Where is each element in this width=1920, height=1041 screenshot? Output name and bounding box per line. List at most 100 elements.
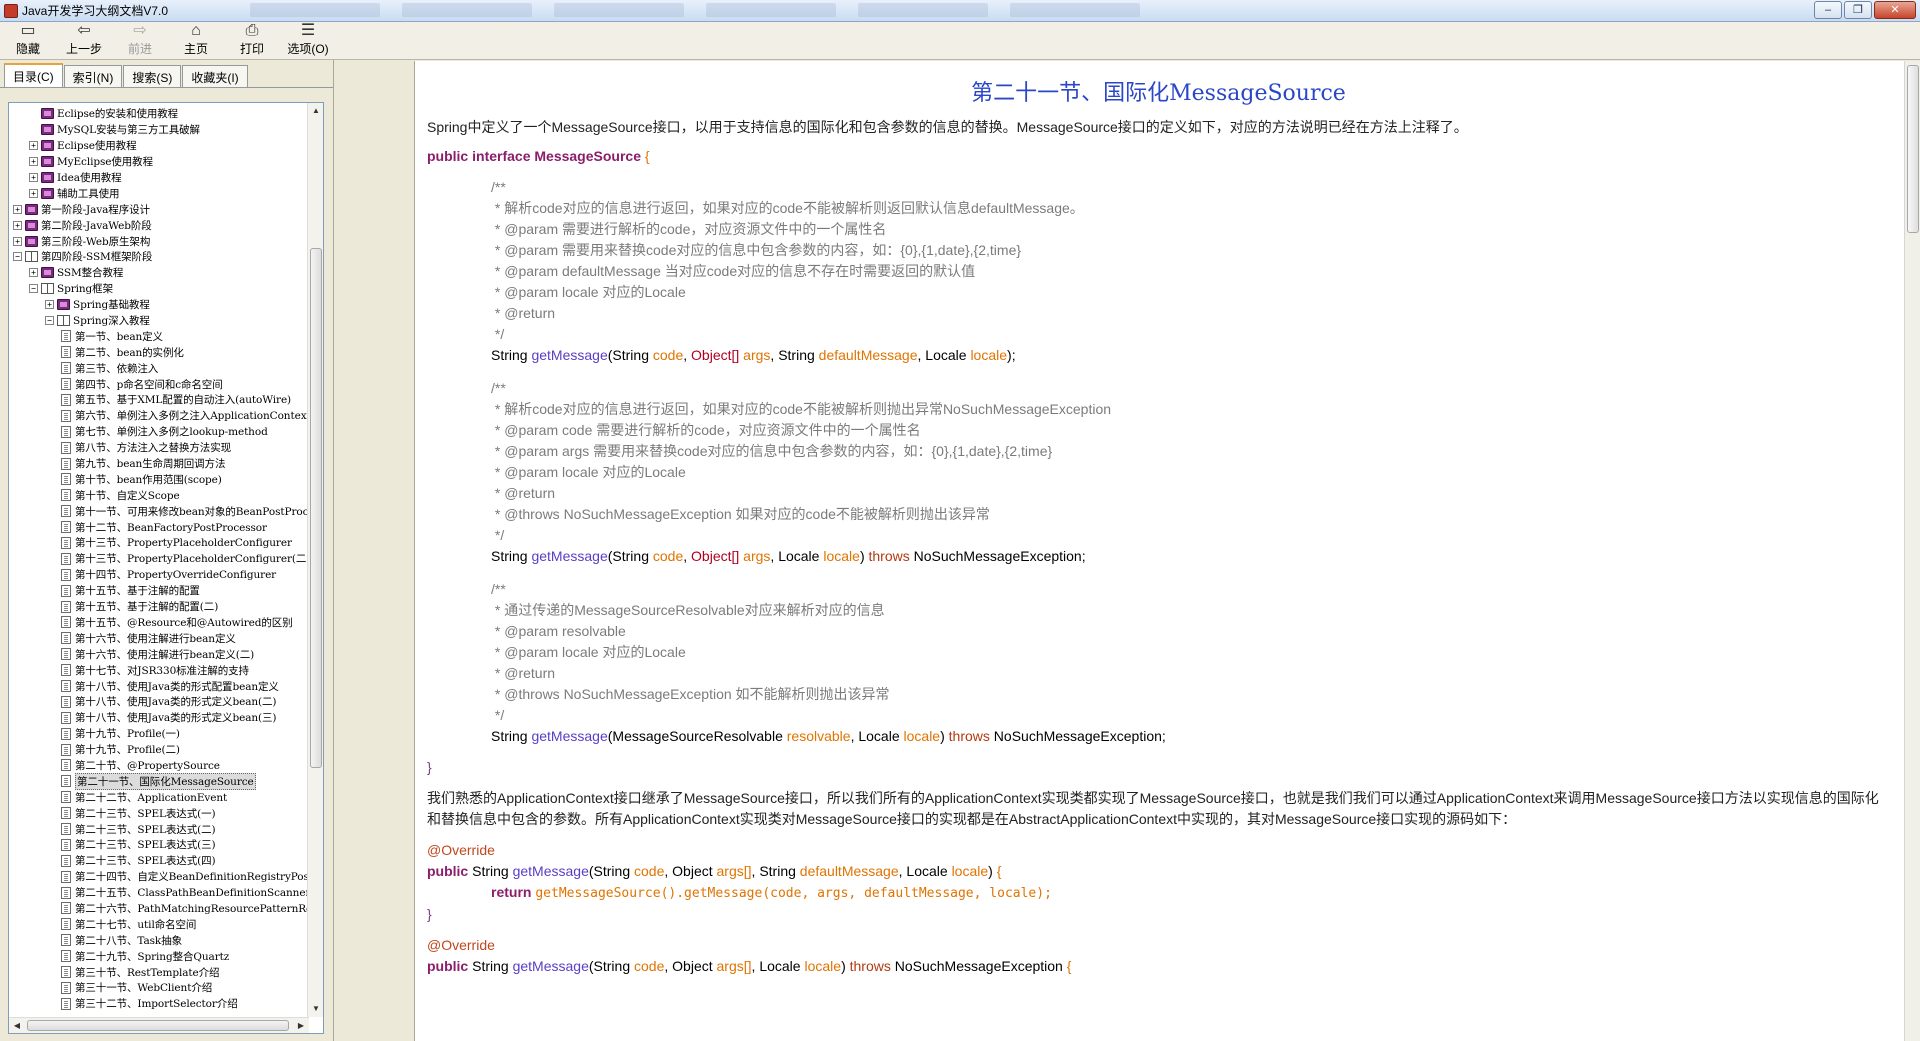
- expand-icon[interactable]: +: [29, 268, 38, 278]
- tree-node[interactable]: 第十五节、基于注解的配置: [9, 583, 309, 599]
- minimize-button[interactable]: ‒: [1814, 1, 1842, 19]
- tab-favorites[interactable]: 收藏夹(I): [182, 65, 248, 87]
- tree-node[interactable]: 第三节、依赖注入: [9, 360, 309, 376]
- tree-node[interactable]: 第十一节、可用来修改bean对象的BeanPostProcess: [9, 503, 309, 519]
- tree-node[interactable]: 第九节、bean生命周期回调方法: [9, 456, 309, 472]
- tab-search[interactable]: 搜索(S): [123, 65, 182, 87]
- back-button[interactable]: ⇦ 上一步: [56, 22, 112, 60]
- closed-book-icon: [57, 299, 70, 311]
- tab-index[interactable]: 索引(N): [63, 65, 123, 87]
- collapse-icon[interactable]: −: [45, 316, 54, 326]
- tree-node[interactable]: 第十九节、Profile(二): [9, 742, 309, 758]
- hscroll-thumb[interactable]: [27, 1020, 289, 1031]
- tree-node[interactable]: + Idea使用教程: [9, 170, 309, 186]
- tree-node[interactable]: 第二十五节、ClassPathBeanDefinitionScanner: [9, 885, 309, 901]
- tree-node[interactable]: 第十二节、BeanFactoryPostProcessor: [9, 519, 309, 535]
- tree-horizontal-scrollbar[interactable]: ◀ ▶: [9, 1017, 309, 1033]
- maximize-button[interactable]: ❐: [1844, 1, 1872, 19]
- tree-node[interactable]: 第三十二节、ImportSelector介绍: [9, 996, 309, 1012]
- page-icon: [61, 743, 71, 756]
- print-button[interactable]: ⎙ 打印: [224, 22, 280, 60]
- tree-node[interactable]: 第三十一节、WebClient介绍: [9, 980, 309, 996]
- tree-node[interactable]: 第二十三节、SPEL表达式(二): [9, 821, 309, 837]
- tree-node[interactable]: − 第四阶段-SSM框架阶段: [9, 249, 309, 265]
- scroll-right-icon[interactable]: ▶: [293, 1018, 309, 1033]
- tree-node[interactable]: 第二十一节、国际化MessageSource: [9, 772, 309, 790]
- tree-node[interactable]: 第十六节、使用注解进行bean定义(二): [9, 646, 309, 662]
- tree-node[interactable]: + 辅助工具使用: [9, 185, 309, 201]
- tree-node[interactable]: − Spring框架: [9, 281, 309, 297]
- home-button[interactable]: ⌂ 主页: [168, 22, 224, 60]
- tree-node[interactable]: + 第一阶段-Java程序设计: [9, 201, 309, 217]
- tree-node[interactable]: 第十九节、Profile(一): [9, 726, 309, 742]
- tree-node[interactable]: 第二十四节、自定义BeanDefinitionRegistryPostP: [9, 869, 309, 885]
- collapse-icon[interactable]: −: [29, 284, 38, 294]
- expand-icon[interactable]: +: [29, 157, 38, 167]
- expand-icon[interactable]: +: [29, 141, 38, 151]
- expand-icon[interactable]: +: [13, 204, 22, 214]
- collapse-icon[interactable]: −: [13, 252, 22, 262]
- tree-node[interactable]: + Spring基础教程: [9, 297, 309, 313]
- page-icon: [61, 727, 71, 740]
- tree-node[interactable]: Eclipse的安装和使用教程: [9, 106, 309, 122]
- forward-button[interactable]: ⇨ 前进: [112, 22, 168, 60]
- tree-node[interactable]: 第十五节、基于注解的配置(二): [9, 599, 309, 615]
- tree-node[interactable]: 第二十三节、SPEL表达式(四): [9, 853, 309, 869]
- tree-node[interactable]: + MyEclipse使用教程: [9, 154, 309, 170]
- tree-node[interactable]: 第十六节、使用注解进行bean定义: [9, 630, 309, 646]
- tree-node[interactable]: 第二十八节、Task抽象: [9, 932, 309, 948]
- tree-node[interactable]: 第二十九节、Spring整合Quartz: [9, 948, 309, 964]
- tree-node[interactable]: 第十七节、对JSR330标准注解的支持: [9, 662, 309, 678]
- tree-node[interactable]: 第十八节、使用Java类的形式定义bean(三): [9, 710, 309, 726]
- expand-icon[interactable]: +: [29, 188, 38, 198]
- page-icon: [61, 457, 71, 470]
- tree-node[interactable]: 第十五节、@Resource和@Autowired的区别: [9, 615, 309, 631]
- scroll-down-icon[interactable]: ▼: [308, 1001, 323, 1017]
- options-button[interactable]: ☰ 选项(O): [280, 22, 336, 60]
- page-icon: [61, 378, 71, 391]
- tree-node[interactable]: 第十三节、PropertyPlaceholderConfigurer(二): [9, 551, 309, 567]
- tree-node[interactable]: 第二十三节、SPEL表达式(一): [9, 805, 309, 821]
- tree-node[interactable]: 第十八节、使用Java类的形式配置bean定义: [9, 678, 309, 694]
- tree-node[interactable]: 第十节、自定义Scope: [9, 487, 309, 503]
- tab-contents[interactable]: 目录(C): [4, 63, 63, 87]
- tree-node[interactable]: 第十四节、PropertyOverrideConfigurer: [9, 567, 309, 583]
- tree-node[interactable]: 第十三节、PropertyPlaceholderConfigurer: [9, 535, 309, 551]
- tree-node[interactable]: − Spring深入教程: [9, 313, 309, 329]
- expand-icon[interactable]: +: [45, 300, 54, 310]
- page-icon: [61, 966, 71, 979]
- close-button[interactable]: ✕: [1874, 1, 1916, 19]
- tree-vertical-scrollbar[interactable]: ▲ ▼: [307, 103, 323, 1017]
- tree-node[interactable]: + SSM整合教程: [9, 265, 309, 281]
- tree-node[interactable]: 第二节、bean的实例化: [9, 344, 309, 360]
- tree-node[interactable]: 第八节、方法注入之替换方法实现: [9, 440, 309, 456]
- tree-node[interactable]: + 第三阶段-Web原生架构: [9, 233, 309, 249]
- document-vertical-scrollbar[interactable]: [1904, 61, 1920, 1041]
- tree-node[interactable]: 第二十三节、SPEL表达式(三): [9, 837, 309, 853]
- tree-node[interactable]: 第二十节、@PropertySource: [9, 758, 309, 774]
- tree-node[interactable]: + Eclipse使用教程: [9, 138, 309, 154]
- expand-icon[interactable]: +: [29, 173, 38, 182]
- tree-node[interactable]: 第七节、单例注入多例之lookup-method: [9, 424, 309, 440]
- tree-node[interactable]: 第二十二节、ApplicationEvent: [9, 789, 309, 805]
- expand-icon[interactable]: +: [13, 236, 22, 246]
- tree-node[interactable]: 第三十节、RestTemplate介绍: [9, 964, 309, 980]
- scroll-left-icon[interactable]: ◀: [9, 1018, 25, 1033]
- tree-node[interactable]: 第一节、bean定义: [9, 328, 309, 344]
- page-icon: [61, 711, 71, 724]
- tree-node[interactable]: 第五节、基于XML配置的自动注入(autoWire): [9, 392, 309, 408]
- tree-node[interactable]: 第六节、单例注入多例之注入ApplicationContext: [9, 408, 309, 424]
- document-scroll-thumb[interactable]: [1907, 65, 1919, 233]
- tree-node[interactable]: 第十节、bean作用范围(scope): [9, 471, 309, 487]
- scroll-up-icon[interactable]: ▲: [308, 103, 323, 119]
- tree-node[interactable]: 第十八节、使用Java类的形式定义bean(二): [9, 694, 309, 710]
- scroll-thumb[interactable]: [310, 248, 322, 768]
- hide-icon: ▭: [20, 22, 36, 39]
- tree-node[interactable]: MySQL安装与第三方工具破解: [9, 122, 309, 138]
- expand-icon[interactable]: +: [13, 220, 22, 230]
- tree-node[interactable]: 第二十六节、PathMatchingResourcePatternResolv: [9, 901, 309, 917]
- tree-node[interactable]: 第二十七节、util命名空间: [9, 916, 309, 932]
- tree-node[interactable]: + 第二阶段-JavaWeb阶段: [9, 217, 309, 233]
- tree-node[interactable]: 第四节、p命名空间和c命名空间: [9, 376, 309, 392]
- hide-button[interactable]: ▭ 隐藏: [0, 22, 56, 60]
